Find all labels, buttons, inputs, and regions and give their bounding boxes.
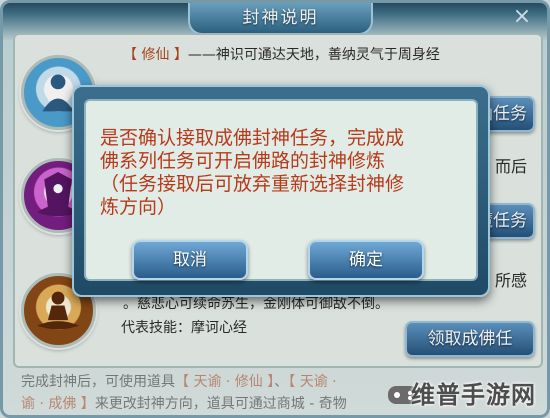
watermark-text: 维普手游网 xyxy=(411,381,536,409)
cancel-button[interactable]: 取消 xyxy=(132,240,248,280)
dialog-message: 是否确认接取成佛封神任务，完成成 佛系列任务可开启佛路的封神修炼 （任务接取后可… xyxy=(100,127,470,219)
dialog-message-line: 炼方向） xyxy=(100,196,177,218)
dialog-message-line: 佛系列任务可开启佛路的封神修炼 xyxy=(100,150,386,172)
confirm-button[interactable]: 确定 xyxy=(308,240,424,280)
dialog-message-line: （任务接取后可放弃重新选择封神修 xyxy=(100,173,405,195)
dialog-message-line: 是否确认接取成佛封神任务，完成成 xyxy=(100,127,405,149)
